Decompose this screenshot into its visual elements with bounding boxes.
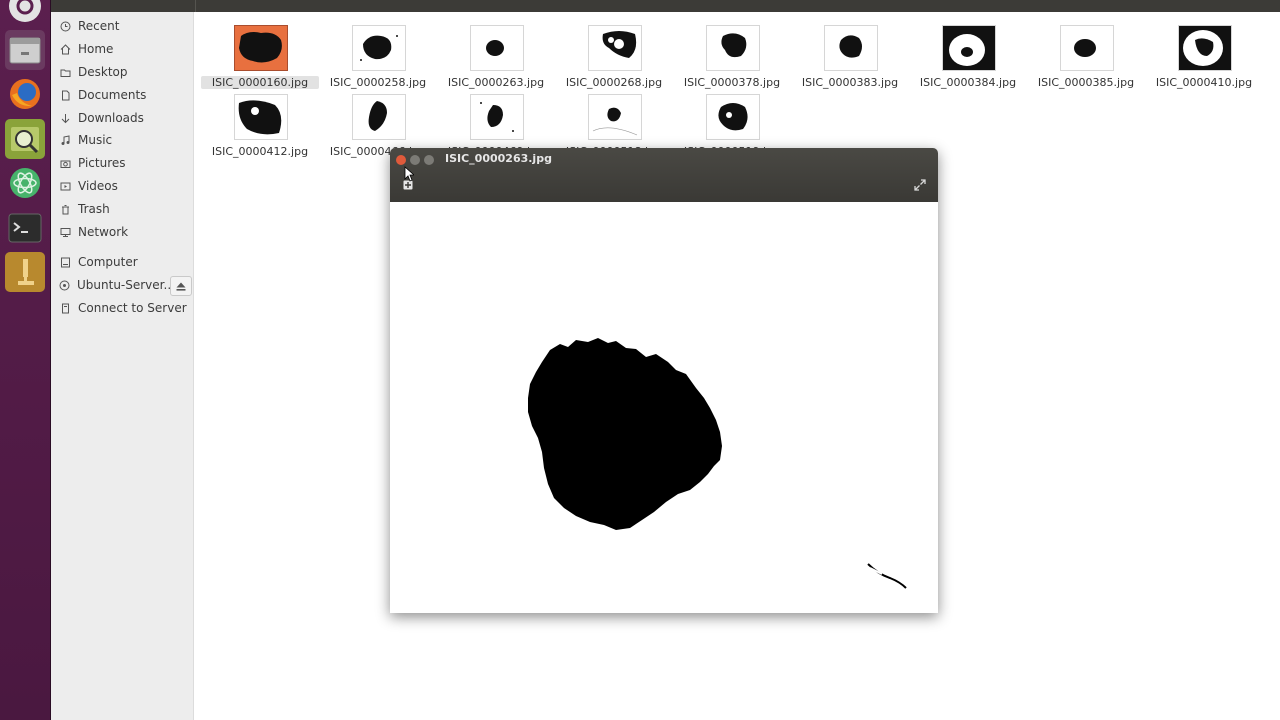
sidebar-item-label: Recent xyxy=(78,19,120,33)
file-thumbnail xyxy=(352,25,406,71)
home-icon xyxy=(59,43,71,55)
file-item[interactable]: ISIC_0000263.jpg xyxy=(437,19,555,89)
sidebar-item-label: Downloads xyxy=(78,111,144,125)
sidebar-item-network[interactable]: Network xyxy=(51,221,193,243)
drive-icon xyxy=(59,279,70,291)
sidebar-item-label: Ubuntu-Server... xyxy=(77,278,175,292)
viewer-title: ISIC_0000263.jpg xyxy=(445,152,552,165)
camera-icon xyxy=(59,157,71,169)
mouse-cursor-icon xyxy=(404,166,414,182)
file-thumbnail xyxy=(1060,25,1114,71)
sidebar-item-downloads[interactable]: Downloads xyxy=(51,107,193,129)
file-item[interactable]: ISIC_0000378.jpg xyxy=(673,19,791,89)
atom-icon[interactable] xyxy=(5,163,45,203)
image-viewer-window: ISIC_0000263.jpg xyxy=(390,148,938,613)
file-name: ISIC_0000410.jpg xyxy=(1155,76,1253,89)
viewer-titlebar[interactable]: ISIC_0000263.jpg xyxy=(390,148,938,202)
file-item[interactable]: ISIC_0000160.jpg xyxy=(201,19,319,89)
minimize-icon[interactable] xyxy=(410,155,420,165)
computer-icon xyxy=(59,256,71,268)
file-name: ISIC_0000383.jpg xyxy=(801,76,899,89)
file-name: ISIC_0000412.jpg xyxy=(211,145,309,158)
sidebar-item-label: Trash xyxy=(78,202,110,216)
file-thumbnail xyxy=(824,25,878,71)
places-sidebar: Recent Home Desktop Documents Downloads … xyxy=(51,12,194,720)
file-item[interactable]: ISIC_0000519.jpg xyxy=(673,88,791,158)
file-name: ISIC_0000385.jpg xyxy=(1037,76,1135,89)
file-item[interactable]: ISIC_0000258.jpg xyxy=(319,19,437,89)
sidebar-item-label: Pictures xyxy=(78,156,126,170)
sidebar-item-home[interactable]: Home xyxy=(51,38,193,60)
file-thumbnail xyxy=(588,25,642,71)
sidebar-item-label: Music xyxy=(78,133,113,147)
sidebar-item-documents[interactable]: Documents xyxy=(51,84,193,106)
file-item[interactable]: ISIC_0000469.jpg xyxy=(437,88,555,158)
file-thumbnail xyxy=(1178,25,1232,71)
sidebar-item-recent[interactable]: Recent xyxy=(51,15,193,37)
file-thumbnail xyxy=(234,25,288,71)
launcher xyxy=(0,0,51,720)
close-icon[interactable] xyxy=(396,155,406,165)
file-thumbnail xyxy=(470,94,524,140)
sidebar-item-ubuntu-server[interactable]: Ubuntu-Server... xyxy=(51,274,175,296)
viewer-image xyxy=(390,202,938,613)
file-thumbnail xyxy=(706,94,760,140)
top-panel xyxy=(50,0,1280,12)
sidebar-item-label: Desktop xyxy=(78,65,128,79)
sidebar-item-label: Connect to Server xyxy=(78,301,187,315)
file-thumbnail xyxy=(352,94,406,140)
sidebar-item-desktop[interactable]: Desktop xyxy=(51,61,193,83)
document-icon xyxy=(59,89,71,101)
trash-icon xyxy=(59,203,71,215)
file-item[interactable]: ISIC_0000385.jpg xyxy=(1027,19,1145,89)
eject-icon[interactable] xyxy=(170,276,192,296)
firefox-icon[interactable] xyxy=(5,74,45,114)
file-item[interactable]: ISIC_0000412.jpg xyxy=(201,88,319,158)
file-item[interactable]: ISIC_0000518.jpg xyxy=(555,88,673,158)
sidebar-item-computer[interactable]: Computer xyxy=(51,251,193,273)
microscope-app-icon[interactable] xyxy=(5,252,45,292)
sidebar-item-videos[interactable]: Videos xyxy=(51,175,193,197)
file-thumbnail xyxy=(942,25,996,71)
file-thumbnail xyxy=(470,25,524,71)
file-thumbnail xyxy=(234,94,288,140)
file-name: ISIC_0000384.jpg xyxy=(919,76,1017,89)
fullscreen-icon[interactable] xyxy=(914,179,926,191)
sidebar-item-music[interactable]: Music xyxy=(51,129,193,151)
terminal-icon[interactable] xyxy=(5,208,45,248)
sidebar-item-trash[interactable]: Trash xyxy=(51,198,193,220)
file-item[interactable]: ISIC_0000384.jpg xyxy=(909,19,1027,89)
file-thumbnail xyxy=(588,94,642,140)
server-icon xyxy=(59,302,71,314)
folder-icon xyxy=(59,66,71,78)
sidebar-item-pictures[interactable]: Pictures xyxy=(51,152,193,174)
sidebar-item-label: Documents xyxy=(78,88,147,102)
sidebar-item-label: Computer xyxy=(78,255,138,269)
image-viewer-icon[interactable] xyxy=(5,119,45,159)
files-icon[interactable] xyxy=(5,30,45,70)
clock-icon xyxy=(59,20,71,32)
sidebar-item-connect-to-server[interactable]: Connect to Server xyxy=(51,297,193,319)
file-thumbnail xyxy=(706,25,760,71)
video-icon xyxy=(59,180,71,192)
sidebar-item-label: Videos xyxy=(78,179,118,193)
file-item[interactable]: ISIC_0000410.jpg xyxy=(1145,19,1263,89)
network-icon xyxy=(59,226,71,238)
top-panel-divider xyxy=(195,0,196,12)
file-item[interactable]: ISIC_0000268.jpg xyxy=(555,19,673,89)
file-item[interactable]: ISIC_0000383.jpg xyxy=(791,19,909,89)
music-icon xyxy=(59,134,71,146)
ubuntu-dash-icon[interactable] xyxy=(5,0,45,26)
file-item[interactable]: ISIC_0000466.jpg xyxy=(319,88,437,158)
sidebar-item-label: Network xyxy=(78,225,129,239)
maximize-icon[interactable] xyxy=(424,155,434,165)
sidebar-item-label: Home xyxy=(78,42,114,56)
download-icon xyxy=(59,112,71,124)
